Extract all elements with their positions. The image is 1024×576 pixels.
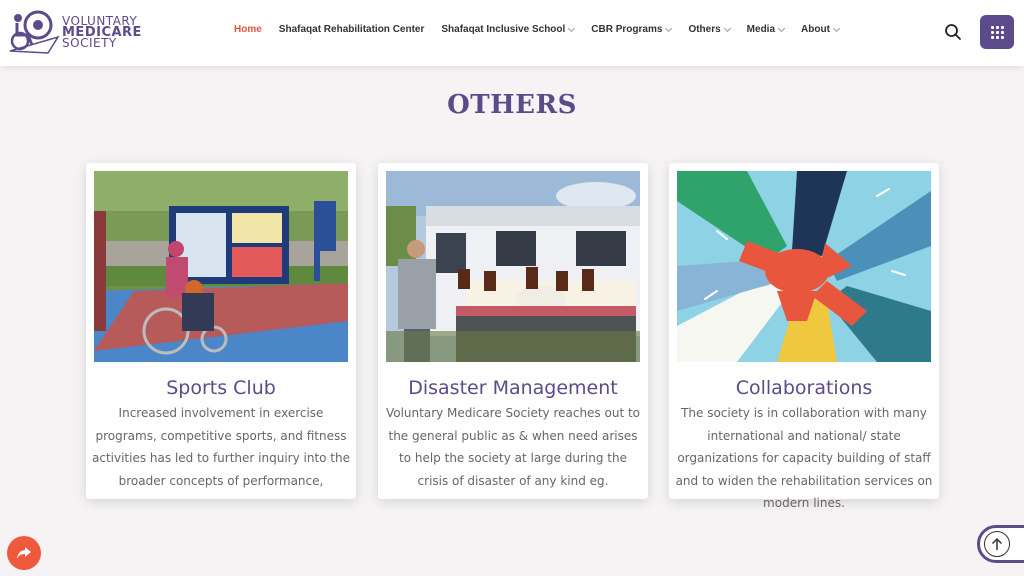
nav-label: CBR Programs [591,24,663,35]
nav-label: Others [688,24,721,35]
card-text: The society is in collaboration with man… [675,406,933,510]
card-title: Sports Club [166,377,276,399]
nav-label: About [801,24,830,35]
section-title: OTHERS [447,90,577,120]
chevron-down-icon [832,24,840,32]
nav-home[interactable]: Home [234,24,262,35]
main-nav: Home Shafaqat Rehabilitation Center Shaf… [234,24,856,35]
nav-label: Media [746,24,776,35]
wheelchair-logo-icon [9,10,60,54]
card-title: Disaster Management [408,377,618,399]
nav-label: Shafaqat Inclusive School [441,24,566,35]
nav-media[interactable]: Media [746,24,786,35]
nav-about[interactable]: About [801,24,840,35]
nav-inclusive-school[interactable]: Shafaqat Inclusive School [441,24,576,35]
card-sports-club[interactable]: Sports Club Increased involvement in exe… [86,163,356,499]
share-icon [17,547,31,559]
card-collaborations[interactable]: Collaborations The society is in collabo… [669,163,939,510]
card-disaster-management[interactable]: Disaster Management Voluntary Medicare S… [378,163,648,499]
wheelchair-basketball-photo [94,171,348,362]
nav-others[interactable]: Others [688,24,731,35]
nav-rehabilitation-center[interactable]: Shafaqat Rehabilitation Center [279,24,425,35]
search-icon[interactable] [944,23,962,41]
card-text: Voluntary Medicare Society reaches out t… [385,406,641,488]
chevron-down-icon [777,24,786,32]
share-button[interactable] [7,536,41,570]
site-header: VOLUNTARY MEDICARE SOCIETY Home Shafaqat… [0,0,1024,66]
nav-label: Shafaqat Rehabilitation Center [278,24,425,35]
card-title: Collaborations [735,377,873,399]
arrow-up-icon [991,537,1003,550]
relief-van-photo [386,171,640,362]
site-logo[interactable]: VOLUNTARY MEDICARE SOCIETY [8,8,148,56]
chevron-down-icon [723,24,731,32]
chevron-down-icon [665,24,673,32]
card-text: Increased involvement in exercise progra… [92,406,350,488]
nav-cbr-programs[interactable]: CBR Programs [591,24,673,35]
menu-button[interactable] [980,15,1014,49]
logo-text: VOLUNTARY MEDICARE SOCIETY [62,15,142,49]
scroll-top-circle [984,531,1010,557]
nav-label: Home [234,24,262,35]
chevron-down-icon [568,24,576,32]
scroll-top-button[interactable] [977,525,1024,563]
grid-menu-icon [990,25,1004,39]
joined-hands-illustration [677,171,931,362]
